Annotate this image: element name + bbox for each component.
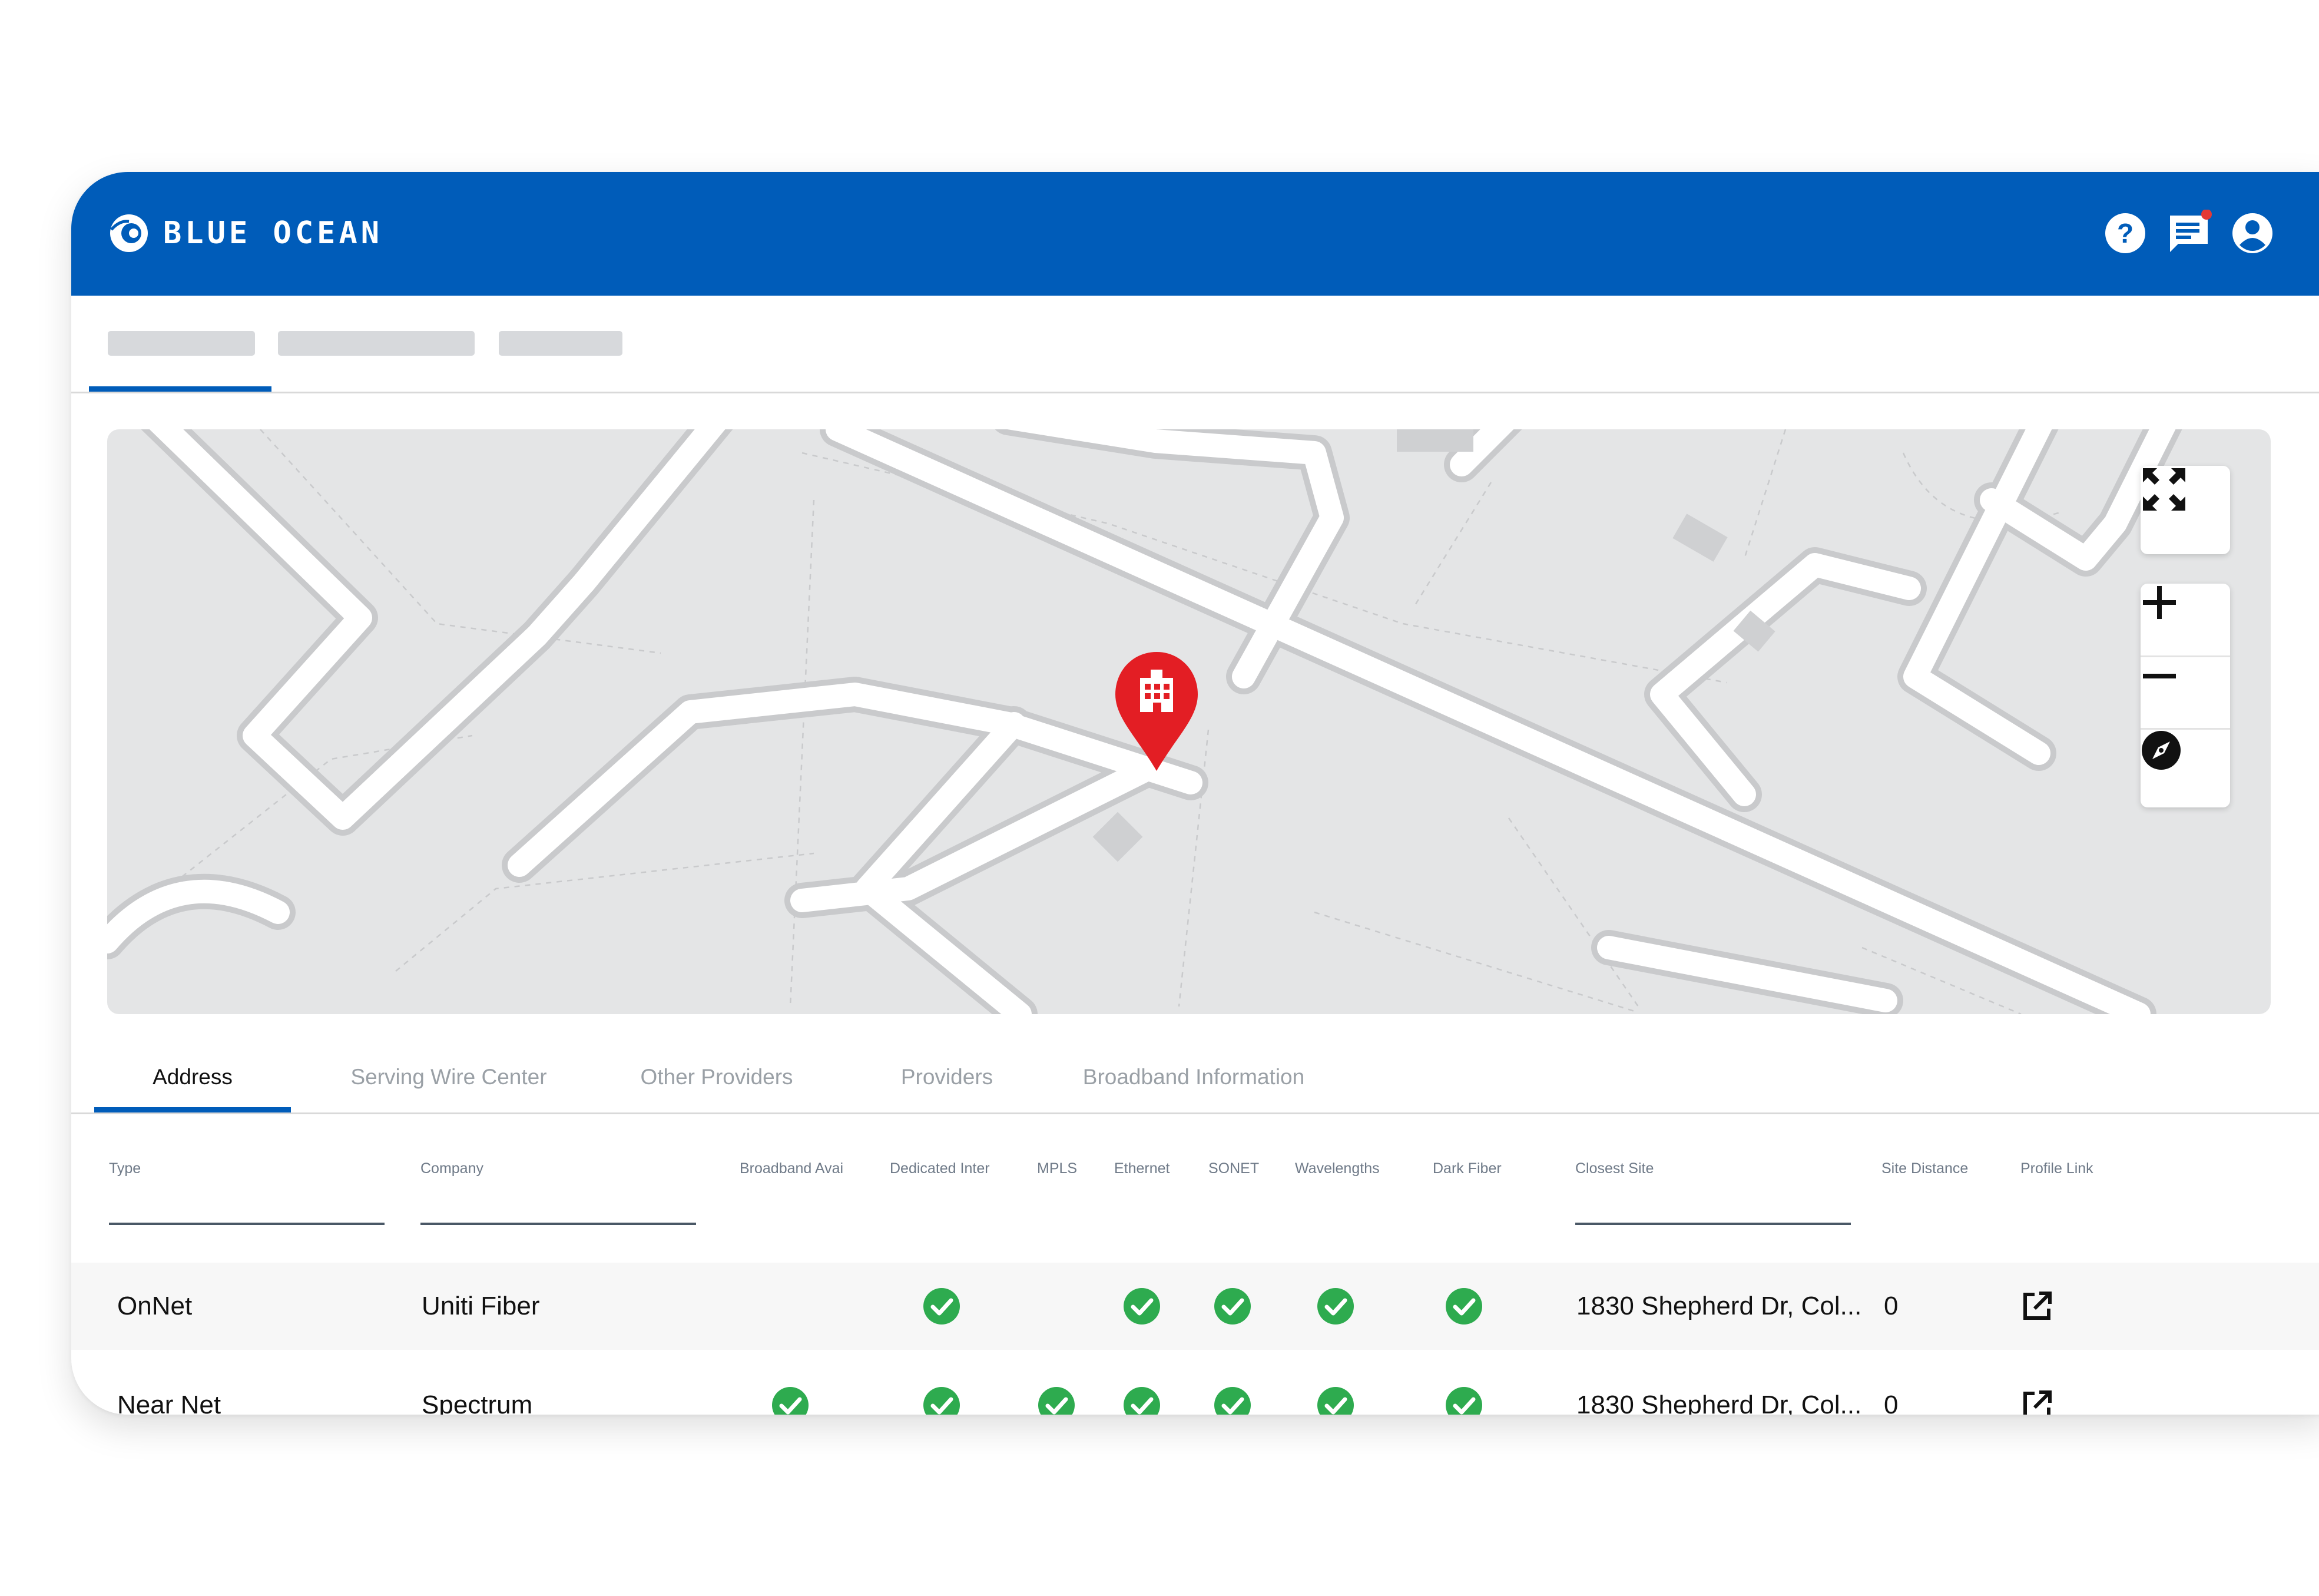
check-icon bbox=[1214, 1288, 1251, 1325]
compass-button[interactable] bbox=[2141, 730, 2230, 807]
external-link-icon[interactable] bbox=[2020, 1290, 2053, 1323]
map-view[interactable] bbox=[107, 429, 2271, 1014]
cell-closest-site: 1830 Shepherd Dr, Col... bbox=[1576, 1390, 1862, 1415]
check-icon bbox=[1124, 1288, 1160, 1325]
app-header: BLUE OCEAN ? bbox=[71, 172, 2319, 296]
brand-name: BLUE OCEAN bbox=[163, 216, 383, 251]
tab-serving-wire-center[interactable]: Serving Wire Center bbox=[322, 1044, 575, 1110]
tab-other-providers[interactable]: Other Providers bbox=[599, 1044, 834, 1110]
closest-site-filter-input[interactable] bbox=[1575, 1223, 1851, 1225]
divider bbox=[71, 392, 2319, 393]
cell-type: Near Net bbox=[117, 1390, 221, 1415]
fullscreen-button[interactable] bbox=[2141, 466, 2230, 554]
check-icon bbox=[1446, 1288, 1482, 1325]
location-pin[interactable] bbox=[1112, 648, 1201, 776]
external-link-icon[interactable] bbox=[2020, 1389, 2053, 1415]
check-icon bbox=[923, 1387, 960, 1415]
check-icon bbox=[1214, 1387, 1251, 1415]
tab-providers[interactable]: Providers bbox=[862, 1044, 1032, 1110]
zoom-out-button[interactable] bbox=[2141, 657, 2230, 728]
column-header-profile-link[interactable]: Profile Link bbox=[2020, 1160, 2093, 1177]
column-header-ethernet[interactable]: Ethernet bbox=[1114, 1160, 1170, 1177]
column-header-dedicated[interactable]: Dedicated Inter bbox=[890, 1160, 990, 1177]
blue-ocean-logo-icon bbox=[110, 214, 148, 252]
cell-closest-site: 1830 Shepherd Dr, Col... bbox=[1576, 1292, 1862, 1320]
cell-type: OnNet bbox=[117, 1292, 193, 1320]
brand-logo[interactable]: BLUE OCEAN bbox=[108, 212, 383, 254]
company-filter-input[interactable] bbox=[420, 1223, 696, 1225]
check-icon bbox=[1317, 1288, 1354, 1325]
compass-icon bbox=[2142, 731, 2181, 770]
app-window: BLUE OCEAN ? Address Serving Wire Center… bbox=[71, 172, 2319, 1415]
help-icon[interactable]: ? bbox=[2102, 210, 2149, 257]
cell-site-distance: 0 bbox=[1884, 1390, 1899, 1415]
cell-company: Uniti Fiber bbox=[422, 1292, 540, 1320]
cell-site-distance: 0 bbox=[1884, 1292, 1899, 1320]
top-tab-placeholder-2[interactable] bbox=[278, 331, 475, 356]
detail-tabs: Address Serving Wire Center Other Provid… bbox=[71, 1044, 2319, 1114]
zoom-in-icon bbox=[2143, 586, 2176, 619]
messages-icon[interactable] bbox=[2165, 210, 2212, 257]
divider bbox=[71, 1112, 2319, 1114]
zoom-out-icon bbox=[2143, 674, 2176, 678]
table-row[interactable]: Near Net Spectrum 1830 Shepherd Dr, Col.… bbox=[71, 1362, 2319, 1415]
column-header-type[interactable]: Type bbox=[109, 1160, 141, 1177]
account-icon[interactable] bbox=[2229, 210, 2276, 257]
check-icon bbox=[923, 1288, 960, 1325]
map-zoom-controls bbox=[2141, 584, 2230, 807]
column-header-mpls[interactable]: MPLS bbox=[1037, 1160, 1077, 1177]
svg-text:?: ? bbox=[2117, 218, 2134, 249]
zoom-in-button[interactable] bbox=[2141, 584, 2230, 655]
check-icon bbox=[772, 1387, 809, 1415]
column-header-wavelengths[interactable]: Wavelengths bbox=[1295, 1160, 1380, 1177]
column-header-broadband[interactable]: Broadband Avai bbox=[740, 1160, 843, 1177]
check-icon bbox=[1317, 1387, 1354, 1415]
check-icon bbox=[1038, 1387, 1075, 1415]
cell-company: Spectrum bbox=[422, 1390, 533, 1415]
column-header-sonet[interactable]: SONET bbox=[1208, 1160, 1259, 1177]
tab-broadband-information[interactable]: Broadband Information bbox=[1058, 1044, 1329, 1110]
column-header-closest-site[interactable]: Closest Site bbox=[1575, 1160, 1654, 1177]
fullscreen-icon bbox=[2143, 468, 2185, 511]
type-filter-input[interactable] bbox=[109, 1223, 385, 1225]
column-header-dark-fiber[interactable]: Dark Fiber bbox=[1433, 1160, 1502, 1177]
table-row[interactable]: OnNet Uniti Fiber 1830 Shepherd Dr, Col.… bbox=[71, 1263, 2319, 1350]
column-header-site-distance[interactable]: Site Distance bbox=[1881, 1160, 1968, 1177]
top-tab-placeholder-3[interactable] bbox=[499, 331, 622, 356]
tab-address[interactable]: Address bbox=[94, 1044, 291, 1110]
check-icon bbox=[1124, 1387, 1160, 1415]
top-tab-placeholder-1[interactable] bbox=[108, 331, 255, 356]
column-header-company[interactable]: Company bbox=[420, 1160, 483, 1177]
check-icon bbox=[1446, 1387, 1482, 1415]
